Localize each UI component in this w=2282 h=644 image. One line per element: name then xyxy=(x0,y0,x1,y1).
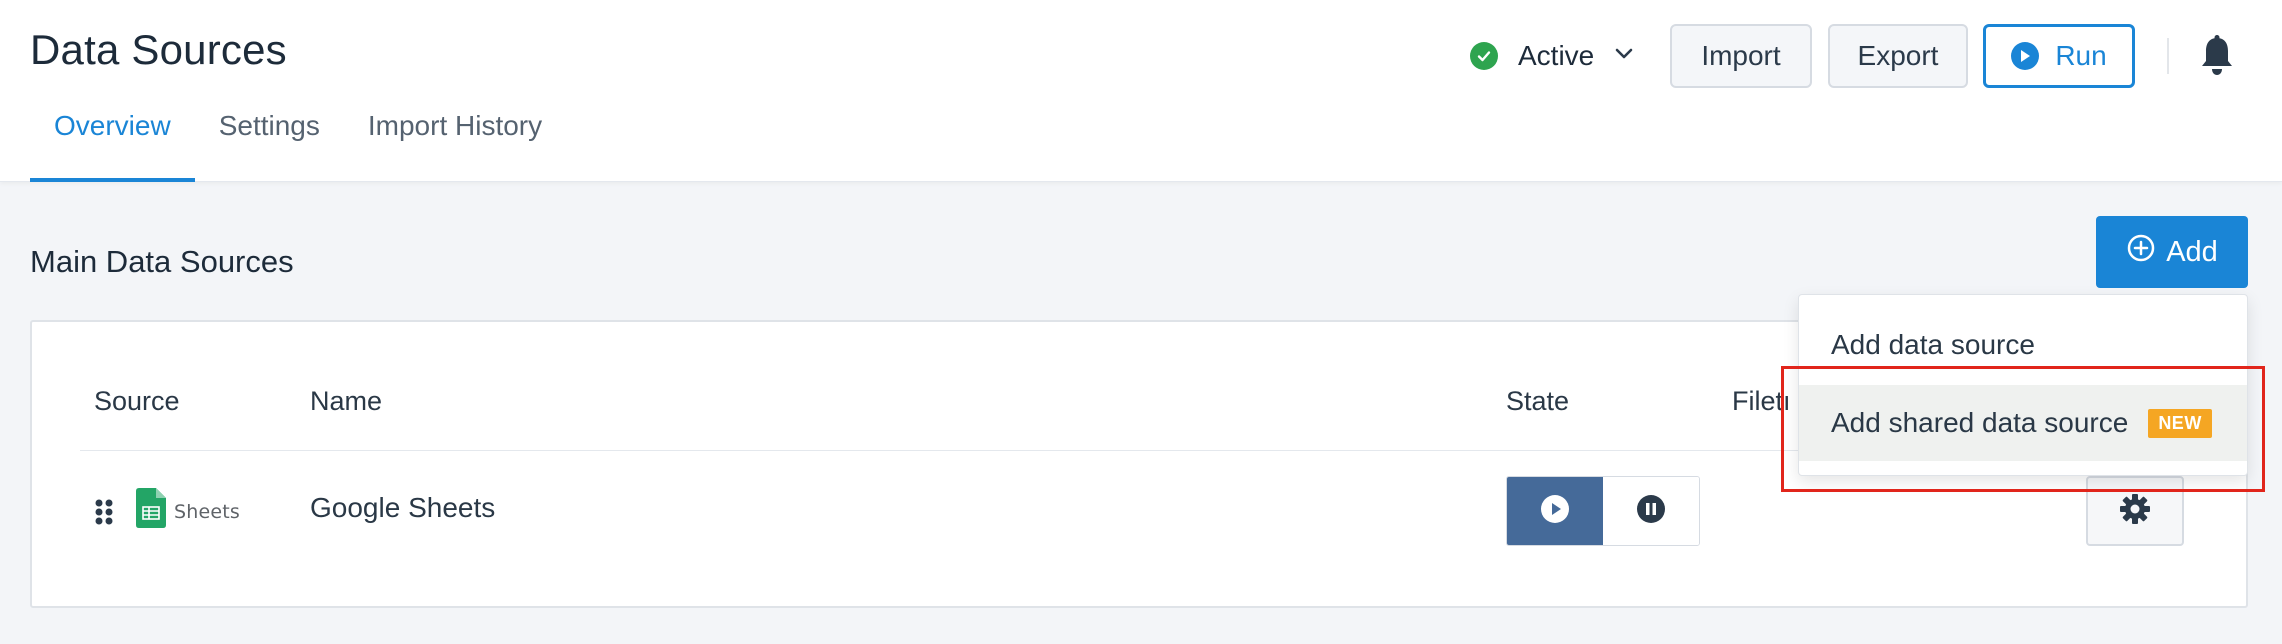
tab-bar: Overview Settings Import History xyxy=(30,98,566,182)
menu-item-label: Add data source xyxy=(1831,329,2035,360)
pause-button[interactable] xyxy=(1603,477,1699,545)
tab-import-history[interactable]: Import History xyxy=(344,98,566,182)
page-title: Data Sources xyxy=(30,26,287,73)
play-button[interactable] xyxy=(1507,477,1603,545)
menu-item-add-shared-data-source[interactable]: Add shared data source NEW xyxy=(1799,385,2247,461)
pause-circle-icon xyxy=(1636,494,1666,529)
menu-item-add-data-source[interactable]: Add data source xyxy=(1799,307,2247,383)
tab-label: Overview xyxy=(54,110,171,141)
state-toggle xyxy=(1506,476,1700,546)
run-button[interactable]: Run xyxy=(1983,24,2135,88)
add-label: Add xyxy=(2166,235,2218,268)
chevron-down-icon xyxy=(1614,47,1634,66)
run-label: Run xyxy=(2055,40,2107,71)
new-badge: NEW xyxy=(2148,408,2212,438)
plus-circle-icon xyxy=(2126,233,2156,271)
source-logo-text: Sheets xyxy=(174,501,241,523)
tab-label: Import History xyxy=(367,110,543,141)
add-dropdown-menu: Add data source Add shared data source N… xyxy=(1798,294,2248,476)
column-header-filetime: Filetı xyxy=(1732,386,1791,416)
column-header-name: Name xyxy=(310,386,383,416)
google-sheets-icon xyxy=(136,488,166,528)
drag-handle-icon[interactable] xyxy=(94,498,114,526)
tab-overview[interactable]: Overview xyxy=(30,98,195,182)
header-divider xyxy=(2167,38,2169,74)
tab-settings[interactable]: Settings xyxy=(195,98,344,182)
page-header: Data Sources Overview Settings Import Hi… xyxy=(0,0,2282,182)
import-button[interactable]: Import xyxy=(1670,24,1812,88)
export-button[interactable]: Export xyxy=(1828,24,1968,88)
bell-icon[interactable] xyxy=(2198,34,2236,78)
add-button[interactable]: Add xyxy=(2096,216,2248,288)
column-header-source: Source xyxy=(94,386,180,416)
settings-button[interactable] xyxy=(2086,476,2184,546)
play-circle-icon xyxy=(2011,42,2040,70)
section-title: Main Data Sources xyxy=(30,244,294,279)
check-circle-icon xyxy=(1470,42,1498,70)
tab-label: Settings xyxy=(218,110,320,141)
play-circle-icon xyxy=(1540,494,1570,529)
status-dropdown[interactable]: Active xyxy=(1470,36,1634,76)
gear-icon xyxy=(2119,493,2151,530)
status-label: Active xyxy=(1518,40,1595,71)
column-header-state: State xyxy=(1506,386,1570,416)
menu-item-label: Add shared data source xyxy=(1831,407,2129,438)
source-name: Google Sheets xyxy=(310,492,496,523)
